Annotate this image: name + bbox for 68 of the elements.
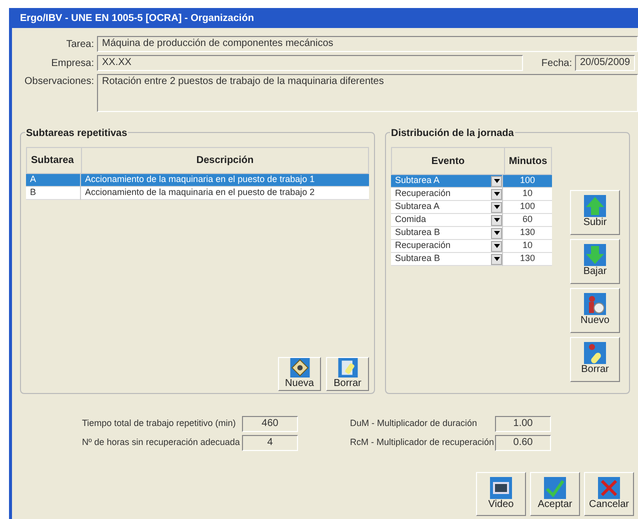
text-area[interactable]: Rotación entre 2 puestos de trabajo de la maquinaria diferentes — [97, 74, 638, 112]
field-label: Fecha: — [541, 56, 572, 70]
cancel-button[interactable]: Cancelar — [584, 472, 634, 516]
arrow-up-icon — [584, 195, 606, 218]
table-cell-text: Subtarea B — [394, 226, 442, 240]
table-cell: 10 — [502, 187, 552, 201]
table-row[interactable]: A Accionamiento de la maquinaria en el puesto de trabajo 1 — [26, 174, 369, 187]
result-label: Tiempo total de trabajo repetitivo (min) — [82, 417, 237, 430]
video-button[interactable]: Video — [476, 472, 526, 516]
table-cell: 130 — [502, 226, 552, 240]
result-field: 4 — [242, 435, 298, 451]
table-cell: 60 — [502, 213, 552, 227]
table-cell-text: Recuperación — [394, 239, 452, 252]
group-title: Subtareas repetitivas — [25, 126, 128, 141]
column-header: Subtarea — [27, 148, 82, 173]
result-field: 0.60 — [495, 435, 551, 451]
table-row[interactable]: Recuperación 10 — [391, 188, 552, 201]
field-label: Tarea: — [65, 38, 94, 52]
table-cell: 130 — [502, 252, 552, 266]
diamond-icon — [288, 358, 310, 378]
table-cell: 100 — [502, 174, 552, 188]
new-button[interactable]: Nuevo — [570, 288, 620, 333]
delete-button[interactable]: Borrar — [326, 357, 369, 391]
window-title: Ergo/IBV - UNE EN 1005-5 [OCRA] - Organización — [20, 12, 254, 26]
table-row[interactable]: Subtarea B 130 — [391, 227, 552, 240]
table-row[interactable]: Comida 60 — [391, 214, 552, 227]
cross-icon — [598, 476, 620, 499]
table-cell-text: Subtarea B — [394, 252, 442, 266]
table-cell-text: Subtarea A — [394, 174, 441, 188]
screen-icon — [490, 476, 512, 499]
table-row[interactable]: Subtarea B 130 — [391, 253, 552, 266]
down-button[interactable]: Bajar — [570, 239, 620, 284]
column-header: Evento — [392, 148, 505, 174]
date-field[interactable]: 20/05/2009 — [575, 55, 635, 71]
eraser-icon — [336, 358, 358, 378]
result-label: RcM - Multiplicador de recuperación — [350, 436, 495, 450]
eraser-icon — [584, 342, 606, 364]
up-button[interactable]: Subir — [570, 190, 620, 235]
field-label: Observaciones: — [24, 75, 94, 89]
table-row[interactable]: Subtarea A 100 — [391, 175, 552, 188]
table-row[interactable]: Recuperación 10 — [391, 240, 552, 253]
result-field: 460 — [242, 416, 298, 432]
figure-icon — [584, 293, 606, 316]
table-cell: A — [26, 173, 81, 187]
table-cell-text: Accionamiento de la maquinaria en el puesto de trabajo 2 — [84, 186, 316, 200]
group-title: Distribución de la jornada — [390, 126, 515, 141]
table-cell: B — [26, 186, 81, 200]
table-cell: 10 — [502, 239, 552, 253]
delete-button[interactable]: Borrar — [570, 337, 620, 382]
table-cell-text: Accionamiento de la maquinaria en el puesto de trabajo 1 — [84, 173, 316, 186]
result-field: 1.00 — [495, 416, 551, 432]
checkmark-icon — [544, 476, 566, 499]
arrow-down-icon — [584, 244, 606, 266]
table-row[interactable]: Subtarea A 100 — [391, 201, 552, 214]
table-cell-text: Subtarea A — [394, 200, 441, 214]
new-button[interactable]: Nueva — [278, 357, 321, 391]
table-cell: 100 — [502, 200, 552, 214]
input-field[interactable]: Máquina de producción de componentes mecánicos — [97, 36, 638, 52]
table-row[interactable]: B Accionamiento de la maquinaria en el puesto de trabajo 2 — [26, 187, 369, 200]
input-field[interactable]: XX.XX — [97, 55, 523, 71]
result-label: DuM - Multiplicador de duración — [350, 417, 478, 430]
table-cell-text: Comida — [394, 213, 428, 226]
accept-button[interactable]: Aceptar — [530, 472, 580, 516]
field-label: Empresa: — [50, 56, 94, 70]
table-cell-text: Recuperación — [394, 187, 452, 200]
column-header: Minutos — [508, 154, 548, 168]
column-header: Descripción — [195, 154, 255, 168]
result-label: Nº de horas sin recuperación adecuada — [82, 436, 241, 450]
